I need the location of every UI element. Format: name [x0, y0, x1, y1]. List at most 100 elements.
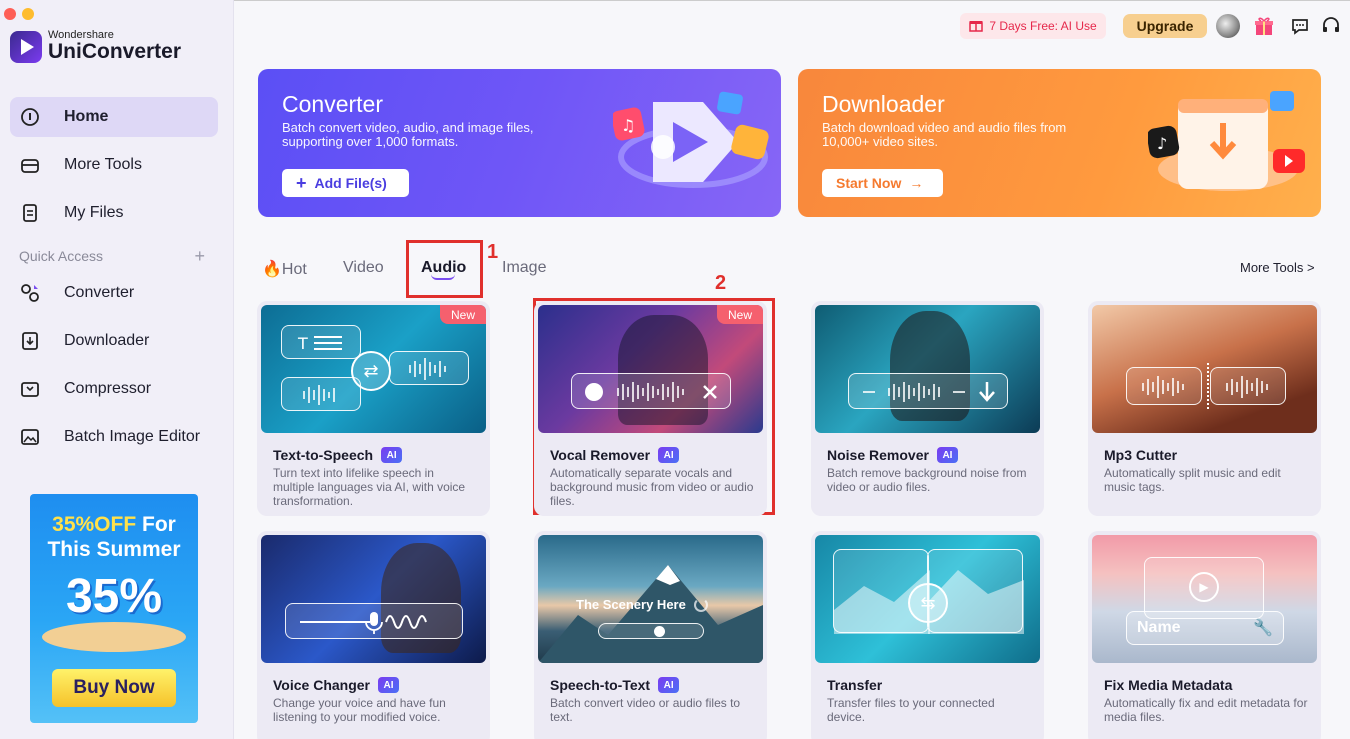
waveform-icon	[281, 377, 361, 411]
card-title-text: Voice Changer	[273, 677, 370, 693]
card-title: Voice Changer AI	[273, 677, 399, 693]
sidebar-item-home[interactable]: Home	[10, 97, 218, 137]
converter-banner[interactable]: Converter Batch convert video, audio, an…	[258, 69, 781, 217]
card-desc: Batch remove background noise from video…	[827, 466, 1027, 494]
tab-hot[interactable]: 🔥Hot	[262, 259, 307, 279]
tab-video[interactable]: Video	[343, 259, 384, 277]
transfer-thumbnail: ⇆	[815, 535, 1040, 663]
metadata-name-label: Name	[1137, 619, 1181, 636]
ai-badge: AI	[658, 677, 680, 693]
ai-badge: AI	[381, 447, 403, 463]
card-title: Transfer	[827, 677, 882, 693]
voice-changer-thumbnail	[261, 535, 486, 663]
toolbox-icon	[20, 155, 40, 175]
tool-card-speech-to-text[interactable]: The Scenery Here Speech-to-Text AI Batch …	[534, 531, 767, 739]
promo-season: This Summer	[47, 538, 181, 561]
waveform-icon	[389, 351, 469, 385]
ai-badge: AI	[378, 677, 399, 693]
brand-big: UniConverter	[48, 40, 182, 63]
add-quick-access-button[interactable]: +	[194, 246, 205, 267]
sidebar-item-compressor[interactable]: Compressor	[10, 369, 218, 409]
sidebar-item-label: Compressor	[64, 380, 152, 397]
ai-badge: AI	[936, 447, 958, 463]
svg-text:♫: ♫	[621, 116, 635, 135]
tool-card-vocal-remover[interactable]: New Vocal Remover AI Automatically separa…	[534, 301, 767, 516]
window-controls	[4, 8, 34, 20]
new-badge: New	[717, 305, 763, 324]
card-title-text: Text-to-Speech	[273, 447, 374, 463]
tool-card-fix-media-metadata[interactable]: ▶ Name 🔧 Fix Media Metadata Automaticall…	[1088, 531, 1321, 739]
home-icon	[20, 107, 40, 127]
sidebar-item-label: My Files	[64, 204, 124, 221]
card-title-text: Mp3 Cutter	[1104, 447, 1178, 463]
tab-image[interactable]: Image	[502, 259, 546, 277]
sidebar-item-more-tools[interactable]: More Tools	[10, 145, 218, 185]
card-title: Vocal Remover AI	[550, 447, 680, 463]
minimize-window-button[interactable]	[22, 8, 34, 20]
quick-access-heading: Quick Access +	[19, 246, 205, 267]
video-preview-frame: ▶	[1144, 557, 1264, 619]
sidebar-item-label: Downloader	[64, 332, 150, 349]
add-files-button[interactable]: + Add File(s)	[282, 169, 409, 197]
card-title: Noise Remover AI	[827, 447, 958, 463]
headset-icon[interactable]	[1320, 15, 1342, 37]
sidebar-item-my-files[interactable]: My Files	[10, 193, 218, 233]
avatar[interactable]	[1216, 14, 1240, 38]
card-desc: Automatically split music and edit music…	[1104, 466, 1281, 494]
close-window-button[interactable]	[4, 8, 16, 20]
wrench-icon: 🔧	[1253, 620, 1273, 637]
fix-metadata-thumbnail: ▶ Name 🔧	[1092, 535, 1317, 663]
tool-card-transfer[interactable]: ⇆ Transfer Transfer files to your connec…	[811, 531, 1044, 739]
play-icon: ▶	[1189, 572, 1219, 602]
converter-illustration: ♫	[611, 87, 773, 202]
text-icon: T	[281, 325, 361, 359]
transfer-icon: ⇆	[908, 583, 948, 623]
downloader-icon	[20, 331, 40, 351]
tab-label: Image	[502, 259, 547, 276]
downloader-title: Downloader	[822, 91, 945, 117]
files-icon	[20, 203, 40, 223]
downloader-desc: Batch download video and audio files fro…	[822, 120, 1067, 149]
card-desc: Transfer files to your connected device.	[827, 696, 995, 724]
transcript-text: The Scenery Here	[576, 597, 686, 612]
waveform-segment	[1126, 367, 1202, 405]
card-title-text: Transfer	[827, 677, 883, 693]
sidebar-item-label: Converter	[64, 284, 135, 301]
start-now-label: Start Now	[836, 175, 902, 191]
ai-trial-button[interactable]: 7 Days Free: AI Use	[960, 13, 1106, 39]
sidebar-item-downloader[interactable]: Downloader	[10, 321, 218, 361]
sidebar-item-label: Home	[64, 108, 109, 125]
top-bar: 7 Days Free: AI Use Upgrade	[234, 0, 1350, 52]
card-title: Text-to-Speech AI	[273, 447, 403, 463]
gift-box-icon[interactable]	[1253, 15, 1275, 37]
sidebar: Wondershare UniConverter Home More Tools…	[0, 0, 234, 739]
sidebar-item-batch-image-editor[interactable]: Batch Image Editor	[10, 417, 218, 457]
card-desc: Change your voice and have fun listening…	[273, 696, 446, 724]
compressor-icon	[20, 379, 40, 399]
tool-card-voice-changer[interactable]: Voice Changer AI Change your voice and ha…	[257, 531, 490, 739]
sidebar-item-converter[interactable]: Converter	[10, 273, 218, 313]
text-to-speech-thumbnail: T ⇄ New	[261, 305, 486, 433]
buy-now-button[interactable]: Buy Now	[52, 669, 176, 707]
tool-card-noise-remover[interactable]: Noise Remover AI Batch remove background …	[811, 301, 1044, 516]
transcript-overlay: The Scenery Here	[576, 597, 708, 612]
converter-title: Converter	[282, 91, 383, 117]
noise-remover-thumbnail	[815, 305, 1040, 433]
mp3-cutter-thumbnail	[1092, 305, 1317, 433]
sidebar-item-label: Batch Image Editor	[64, 428, 201, 445]
promo-big-number: 35%	[65, 570, 163, 623]
more-tools-link[interactable]: More Tools >	[1240, 260, 1315, 275]
summer-promo-banner[interactable]: 35%OFF For This Summer 35% Buy Now	[30, 494, 198, 723]
tool-card-mp3-cutter[interactable]: Mp3 Cutter Automatically split music and…	[1088, 301, 1321, 516]
annotation-number-1: 1	[487, 241, 499, 263]
new-badge: New	[440, 305, 486, 324]
upgrade-button[interactable]: Upgrade	[1123, 14, 1207, 38]
promo-island-illustration	[42, 622, 186, 652]
waveform-panel	[848, 373, 1008, 409]
start-now-button[interactable]: Start Now →	[822, 169, 943, 197]
svg-text:T: T	[297, 334, 308, 353]
chat-icon[interactable]	[1289, 15, 1311, 37]
downloader-banner[interactable]: Downloader Batch download video and audi…	[798, 69, 1321, 217]
tool-card-text-to-speech[interactable]: T ⇄ New Text-to-Speech AI Turn text into …	[257, 301, 490, 516]
card-title: Speech-to-Text AI	[550, 677, 680, 693]
